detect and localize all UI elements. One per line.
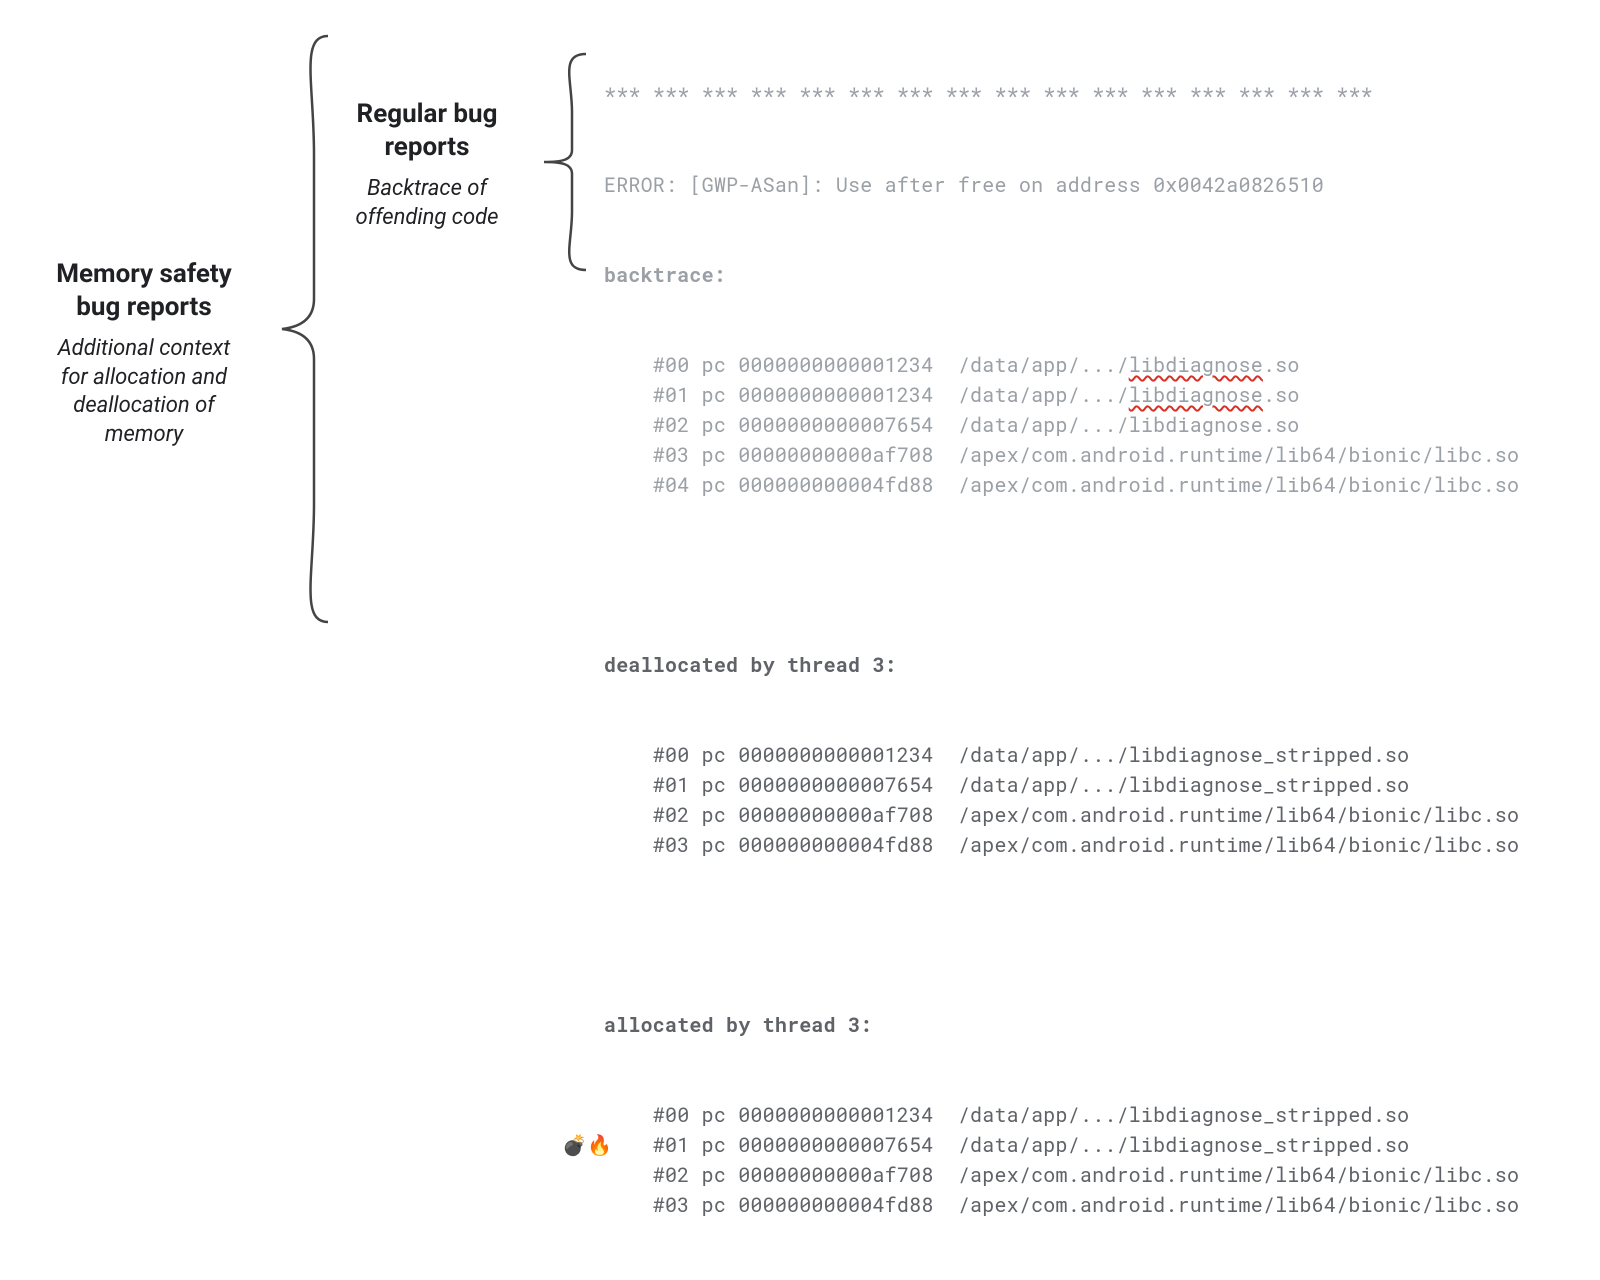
alloc-line: #00 pc 0000000000001234 /data/app/.../li…	[604, 1100, 1592, 1130]
alloc-line: #02 pc 00000000000af708 /apex/com.androi…	[604, 1160, 1592, 1190]
alloc-frames: #00 pc 0000000000001234 /data/app/.../li…	[604, 1100, 1592, 1220]
backtrace-line: #03 pc 00000000000af708 /apex/com.androi…	[604, 440, 1592, 470]
backtrace-frames: #00 pc 0000000000001234 /data/app/.../li…	[604, 350, 1592, 500]
dealloc-line: #02 pc 00000000000af708 /apex/com.androi…	[604, 800, 1592, 830]
spacer-2	[604, 920, 1592, 950]
code-block: *** *** *** *** *** *** *** *** *** *** …	[604, 20, 1592, 1280]
dealloc-line: #03 pc 000000000004fd88 /apex/com.androi…	[604, 830, 1592, 860]
backtrace-line: #02 pc 0000000000007654 /data/app/.../li…	[604, 410, 1592, 440]
backtrace-label: backtrace:	[604, 260, 1592, 290]
outer-brace	[270, 34, 330, 624]
dealloc-line: #01 pc 0000000000007654 /data/app/.../li…	[604, 770, 1592, 800]
dealloc-frames: #00 pc 0000000000001234 /data/app/.../li…	[604, 740, 1592, 860]
inner-brace	[530, 52, 590, 272]
backtrace-line: #04 pc 000000000004fd88 /apex/com.androi…	[604, 470, 1592, 500]
memory-safety-title: Memory safetybug reports	[28, 258, 260, 323]
backtrace-line: #00 pc 0000000000001234 /data/app/.../li…	[604, 350, 1592, 380]
dealloc-line: #00 pc 0000000000001234 /data/app/.../li…	[604, 740, 1592, 770]
stars-line: *** *** *** *** *** *** *** *** *** *** …	[604, 80, 1592, 110]
dealloc-label: deallocated by thread 3:	[604, 650, 1592, 680]
diagram-root: Memory safetybug reports Additional cont…	[0, 0, 1600, 651]
error-line: ERROR: [GWP-ASan]: Use after free on add…	[604, 170, 1592, 200]
backtrace-line: #01 pc 0000000000001234 /data/app/.../li…	[604, 380, 1592, 410]
alloc-label: allocated by thread 3:	[604, 1010, 1592, 1040]
spacer-1	[604, 560, 1592, 590]
regular-bug-subtitle: Backtrace ofoffending code	[330, 175, 524, 232]
memory-safety-subtitle: Additional contextfor allocation anddeal…	[28, 335, 260, 449]
regular-bug-title: Regular bugreports	[330, 98, 524, 163]
alloc-line: #01 pc 0000000000007654 /data/app/.../li…	[604, 1130, 1592, 1160]
bomb-fire-icon: 💣🔥	[562, 1130, 612, 1160]
alloc-line: #03 pc 000000000004fd88 /apex/com.androi…	[604, 1190, 1592, 1220]
memory-safety-label: Memory safetybug reports Additional cont…	[28, 258, 260, 449]
regular-bug-label: Regular bugreports Backtrace ofoffending…	[330, 98, 524, 232]
